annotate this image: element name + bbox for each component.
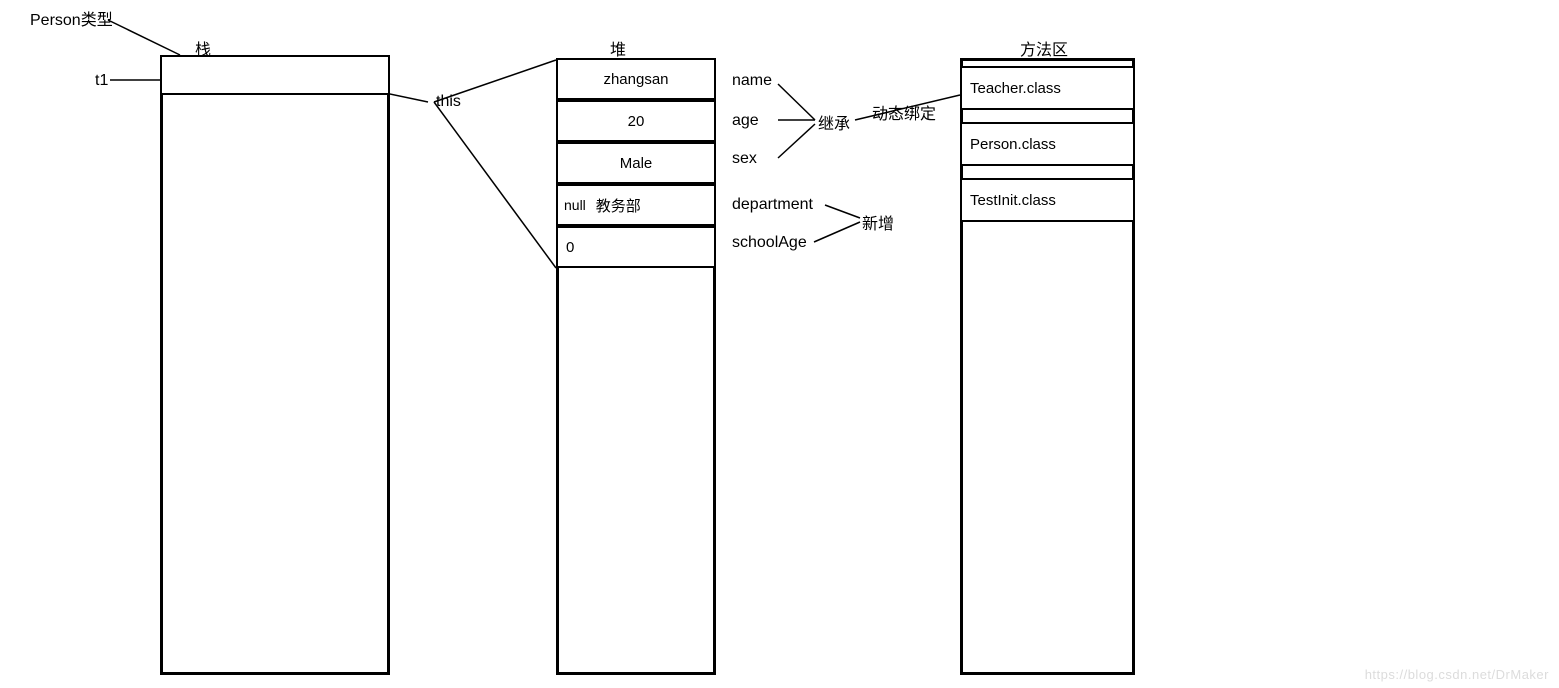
- heap-cell-department: null 教务部: [556, 184, 716, 226]
- method-area-cell-person: Person.class: [960, 122, 1135, 166]
- new-added-label: 新增: [862, 210, 894, 234]
- dynamic-binding-label: 动态绑定: [872, 100, 936, 124]
- method-area-cell-teacher: Teacher.class: [960, 66, 1135, 110]
- method-area-class-0: Teacher.class: [970, 80, 1061, 97]
- heap-cell-sex: Male: [556, 142, 716, 184]
- heap-prefix-department: null: [564, 197, 586, 213]
- heap-value-department: 教务部: [596, 195, 641, 216]
- method-area-title: 方法区: [1020, 36, 1068, 60]
- inherit-label: 继承: [818, 110, 850, 134]
- person-type-label: Person类型: [30, 6, 113, 30]
- heap-field-label-schoolage: schoolAge: [732, 234, 807, 252]
- heap-title: 堆: [610, 36, 626, 60]
- stack-cell-t1: [160, 55, 390, 95]
- this-label: this: [436, 93, 461, 111]
- heap-value-schoolage: 0: [566, 239, 574, 256]
- heap-field-label-sex: sex: [732, 150, 757, 168]
- method-area-class-2: TestInit.class: [970, 192, 1056, 209]
- heap-cell-name: zhangsan: [556, 58, 716, 100]
- heap-cell-age: 20: [556, 100, 716, 142]
- heap-value-name: zhangsan: [603, 71, 668, 88]
- stack-box: [160, 55, 390, 675]
- heap-field-label-name: name: [732, 72, 772, 90]
- t1-label: t1: [95, 72, 108, 90]
- heap-field-label-age: age: [732, 112, 759, 130]
- heap-cell-schoolage: 0: [556, 226, 716, 268]
- watermark: https://blog.csdn.net/DrMaker: [1365, 667, 1549, 682]
- heap-value-age: 20: [628, 113, 645, 130]
- method-area-cell-testinit: TestInit.class: [960, 178, 1135, 222]
- heap-value-sex: Male: [620, 155, 653, 172]
- method-area-class-1: Person.class: [970, 136, 1056, 153]
- heap-field-label-department: department: [732, 196, 813, 214]
